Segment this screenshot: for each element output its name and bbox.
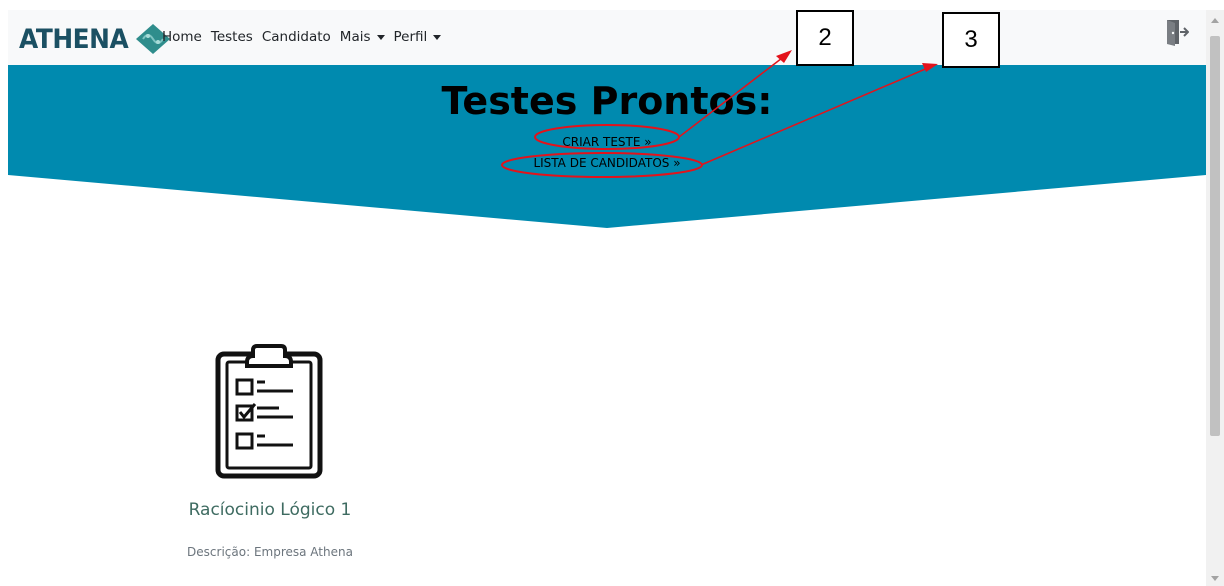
logout-door-icon[interactable] [1165, 18, 1189, 46]
test-card-description: Descrição: Empresa Athena [187, 545, 353, 559]
nav-perfil-dropdown[interactable]: Perfil [394, 29, 442, 45]
scroll-up-arrow-icon[interactable] [1211, 18, 1219, 23]
nav-links: Home Testes Candidato Mais Perfil [162, 29, 450, 45]
annotation-label-3: 3 [942, 12, 1000, 68]
create-test-link[interactable]: CRIAR TESTE » [8, 135, 1206, 149]
brand-name: ATHENA [19, 23, 129, 55]
brand[interactable]: ATHENA [19, 22, 172, 56]
caret-down-icon [376, 34, 385, 40]
nav-perfil-label: Perfil [393, 29, 428, 45]
nav-testes[interactable]: Testes [211, 29, 253, 45]
scrollbar[interactable] [1206, 10, 1224, 586]
caret-down-icon [433, 34, 442, 40]
scrollbar-thumb[interactable] [1210, 36, 1220, 436]
candidates-list-link[interactable]: LISTA DE CANDIDATOS » [8, 156, 1206, 170]
nav-mais-label: Mais [339, 29, 371, 45]
nav-home[interactable]: Home [162, 29, 202, 45]
scroll-down-arrow-icon[interactable] [1211, 576, 1219, 581]
annotation-label-2: 2 [796, 10, 854, 66]
navbar: ATHENA Home Testes Candidato Mais Perfil [8, 10, 1206, 65]
hero-banner: Testes Prontos: CRIAR TESTE » LISTA DE C… [8, 65, 1206, 228]
page-title: Testes Prontos: [441, 79, 773, 123]
nav-mais-dropdown[interactable]: Mais [340, 29, 385, 45]
nav-candidato[interactable]: Candidato [262, 29, 331, 45]
test-card-title[interactable]: Racíocinio Lógico 1 [150, 500, 390, 520]
clipboard-checklist-icon[interactable] [213, 342, 325, 480]
